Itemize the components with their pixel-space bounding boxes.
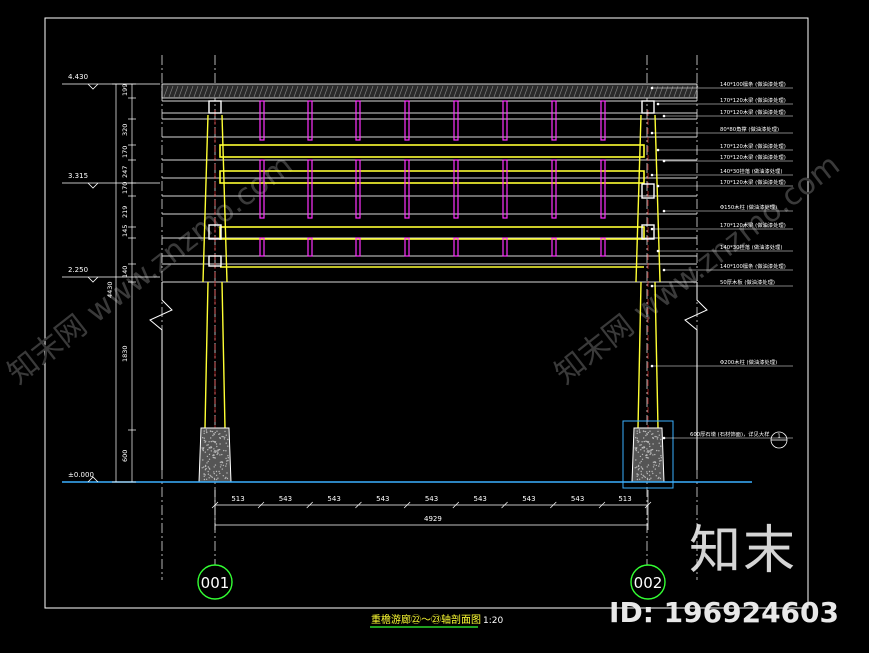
hdim-segment-5: 543 — [425, 495, 438, 503]
vdim-8: 140 — [121, 266, 129, 278]
vdim-4: 247 — [121, 166, 129, 178]
stone-base-left — [198, 427, 232, 483]
stone-base-right — [622, 420, 674, 489]
vdim-10: 600 — [121, 450, 129, 462]
vdim-7: 145 — [121, 225, 129, 237]
grid-bubble-right: 002 — [630, 564, 666, 600]
grid-label-right: 002 — [634, 574, 663, 592]
callout-label-3: 170*120木梁 (做油漆处理) — [720, 108, 786, 116]
callout-label-14: Φ200木柱 (做油漆处理) — [720, 358, 777, 366]
drawing-title-block: 重檐游廊㉒～㉓轴剖面图 1:20 — [370, 613, 503, 628]
hdim-segment-7: 543 — [522, 495, 535, 503]
elevation-label-top: 4.430 — [68, 73, 88, 81]
vdim-9: 1830 — [121, 345, 129, 362]
callout-label-15: 600厚石墩 (石材饰面)，详见大样 — [690, 430, 770, 438]
elevation-label-lower: 2.250 — [68, 266, 88, 274]
callout-label-13: 50厚木板 (做油漆处理) — [720, 278, 775, 286]
callout-label-5: 170*120木梁 (做油漆处理) — [720, 142, 786, 150]
hdim-segment-2: 543 — [279, 495, 292, 503]
column-right — [635, 100, 661, 430]
drawing-title: 重檐游廊㉒～㉓轴剖面图 — [371, 613, 481, 626]
vdim-2: 320 — [121, 124, 129, 136]
callout-label-6: 170*120木梁 (做油漆处理) — [720, 153, 786, 161]
drawing-scale: 1:20 — [483, 616, 503, 626]
callout-label-2: 170*120木梁 (做油漆处理) — [720, 96, 786, 104]
callout-label-4: 80*80角撑 (做油漆处理) — [720, 125, 779, 133]
detail-ref-number: 1 — [777, 433, 781, 440]
hdim-segment-3: 543 — [327, 495, 340, 503]
elevation-label-eave: 3.315 — [68, 172, 88, 180]
hdim-segment-6: 543 — [474, 495, 487, 503]
grid-label-left: 001 — [201, 574, 230, 592]
callout-label-11: 140*30挂落 (做油漆处理) — [720, 243, 782, 251]
roof-layer — [161, 83, 699, 99]
hdim-segment-4: 543 — [376, 495, 389, 503]
watermark-id: ID: 196924603 — [609, 596, 839, 629]
hdim-total: 4929 — [424, 515, 442, 523]
vdim-1: 199 — [121, 84, 129, 96]
vdim-6: 219 — [121, 206, 129, 218]
column-left — [202, 100, 228, 430]
hdim-segment-1: 513 — [231, 495, 244, 503]
diagonal-watermark-left: 知末网 www.znzmo.com — [1, 148, 299, 392]
detail-reference-symbol: 1 — [770, 431, 788, 449]
vdim-5: 170 — [121, 182, 129, 194]
hdim-segment-9: 513 — [618, 495, 631, 503]
callout-label-9: Φ150木柱 (做油漆处理) — [720, 203, 777, 211]
callout-label-10: 170*120木梁 (做油漆处理) — [720, 221, 786, 229]
callout-label-7: 140*30挂落 (做油漆处理) — [720, 167, 782, 175]
vdim-3: 170 — [121, 146, 129, 158]
callout-label-8: 170*120木梁 (做油漆处理) — [720, 178, 786, 186]
grid-bubble-left: 001 — [197, 564, 233, 600]
elevation-label-ground: ±0.000 — [68, 471, 94, 479]
callout-label-12: 140*100檩条 (做油漆处理) — [720, 262, 786, 270]
callout-label-1: 140*100檩条 (做油漆处理) — [720, 80, 786, 88]
hdim-segment-8: 543 — [571, 495, 584, 503]
watermark-brand: 知末 — [688, 521, 797, 581]
vdim-total: 4430 — [106, 281, 114, 298]
